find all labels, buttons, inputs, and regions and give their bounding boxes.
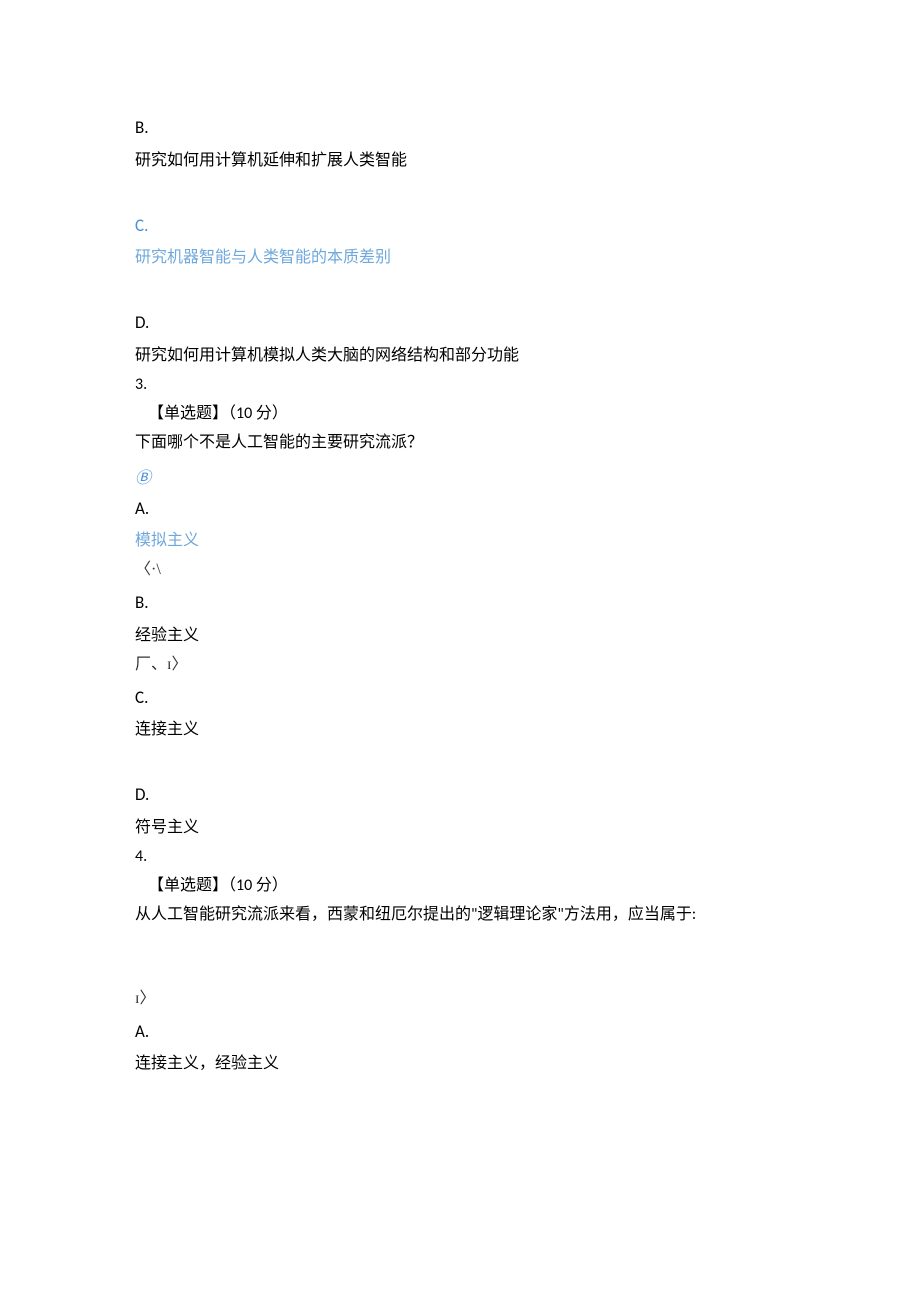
q4-option-a-letter[interactable]: A.	[135, 1019, 785, 1045]
q3-number: 3.	[135, 373, 785, 397]
q3-stem: 下面哪个不是人工智能的主要研究流派？	[135, 431, 785, 455]
q2-option-b-letter[interactable]: B.	[135, 115, 785, 141]
q3-option-a-artifact: 〈·\	[135, 558, 785, 582]
q3-option-c-letter[interactable]: C.	[135, 685, 785, 711]
q4-type-line: 【单选题】（10 分）	[135, 874, 785, 898]
q2-option-d-text: 研究如何用计算机模拟人类大脑的网络结构和部分功能	[135, 344, 785, 368]
q3-correct-mark: Ⓑ	[135, 467, 785, 491]
q4-artifact: ɪ〉	[135, 987, 785, 1011]
q3-type: 【单选题】（	[148, 404, 236, 423]
q3-option-d-text: 符号主义	[135, 816, 785, 840]
q3-option-c-text: 连接主义	[135, 718, 785, 742]
q3-option-b-text: 经验主义	[135, 624, 785, 648]
q4-points-unit: 分）	[252, 876, 288, 895]
q3-option-a-text: 模拟主义	[135, 529, 785, 553]
q3-option-a-letter[interactable]: A.	[135, 496, 785, 522]
q4-stem: 从人工智能研究流派来看，西蒙和纽厄尔提出的"逻辑理论家"方法用，应当属于:	[135, 903, 785, 927]
q2-option-c-letter[interactable]: C.	[135, 213, 785, 239]
q4-option-a-text: 连接主义，经验主义	[135, 1052, 785, 1076]
q3-points-unit: 分）	[252, 404, 288, 423]
q4-number: 4.	[135, 845, 785, 869]
q2-option-d-letter[interactable]: D.	[135, 310, 785, 336]
q3-type-line: 【单选题】（10 分）	[135, 402, 785, 426]
q3-points: 10	[236, 404, 252, 423]
q4-points: 10	[236, 876, 252, 895]
q3-option-b-artifact: 厂、ɪ〉	[135, 653, 785, 677]
q4-type: 【单选题】（	[148, 876, 236, 895]
q2-option-b-text: 研究如何用计算机延伸和扩展人类智能	[135, 149, 785, 173]
q3-option-d-letter[interactable]: D.	[135, 782, 785, 808]
q3-option-b-letter[interactable]: B.	[135, 590, 785, 616]
q2-option-c-text: 研究机器智能与人类智能的本质差别	[135, 246, 785, 270]
